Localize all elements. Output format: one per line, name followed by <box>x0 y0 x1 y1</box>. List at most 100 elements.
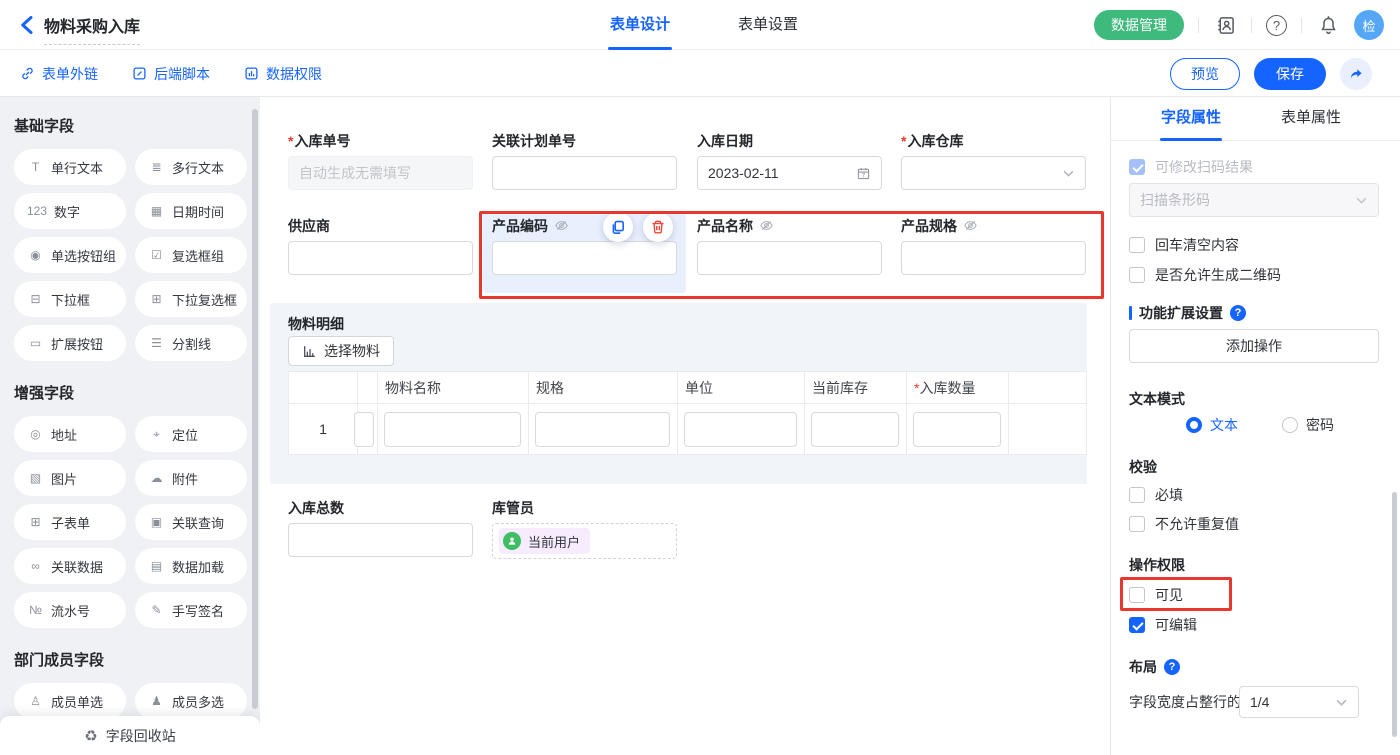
field-width-select[interactable]: 1/4 <box>1239 686 1359 718</box>
save-button[interactable]: 保存 <box>1254 58 1326 90</box>
palette-item-label: 关联数据 <box>51 557 103 576</box>
preview-button[interactable]: 预览 <box>1170 58 1240 90</box>
subform-cell-input[interactable] <box>535 412 670 447</box>
palette-item[interactable]: ✎手写签名 <box>135 592 247 628</box>
help-icon[interactable]: ? <box>1230 305 1246 321</box>
palette-item[interactable]: №流水号 <box>14 592 126 628</box>
palette-section-title: 基础字段 <box>14 115 246 136</box>
warehouse-select[interactable] <box>901 156 1086 190</box>
address-book-icon[interactable] <box>1213 13 1237 37</box>
field-inbound-date[interactable]: 入库日期 2023-02-11 7 <box>697 133 882 190</box>
required-checkbox[interactable] <box>1129 487 1145 503</box>
required-row: 必填 <box>1129 485 1183 505</box>
current-user-tag[interactable]: 当前用户 <box>499 528 590 554</box>
subform-cell-input[interactable] <box>684 412 797 447</box>
backend-script-link[interactable]: 后端脚本 <box>132 64 210 84</box>
editable-checkbox[interactable] <box>1129 617 1145 633</box>
add-action-button[interactable]: 添加操作 <box>1129 329 1379 363</box>
warehouse-keeper-input[interactable]: 当前用户 <box>492 523 677 559</box>
palette-item[interactable]: ▤数据加载 <box>135 548 247 584</box>
inbound-date-input[interactable]: 2023-02-11 7 <box>697 156 882 190</box>
help-icon[interactable]: ? <box>1266 15 1287 36</box>
page-title[interactable]: 物料采购入库 <box>44 13 140 45</box>
data-permission-link[interactable]: 数据权限 <box>244 64 322 84</box>
text-mode-radio-password[interactable] <box>1282 417 1298 433</box>
field-inbound-no[interactable]: *入库单号 <box>288 133 473 190</box>
palette-item-label: 图片 <box>51 469 77 488</box>
supplier-input[interactable] <box>288 241 473 275</box>
tab-form-properties[interactable]: 表单属性 <box>1271 97 1351 141</box>
tab-form-design[interactable]: 表单设计 <box>608 0 672 50</box>
panel-scrollbar[interactable] <box>1392 492 1397 737</box>
data-manage-button[interactable]: 数据管理 <box>1094 10 1184 40</box>
palette-item[interactable]: ⊞子表单 <box>14 504 126 540</box>
table-column-divider <box>528 372 529 455</box>
palette-item[interactable]: ▦ 日期时间 <box>135 193 247 229</box>
select-material-button[interactable]: 选择物料 <box>288 336 394 366</box>
chevron-down-icon <box>1062 167 1075 180</box>
palette-item-label: 成员单选 <box>51 692 103 711</box>
subform-cell-input[interactable] <box>354 412 374 447</box>
tab-form-settings[interactable]: 表单设置 <box>736 0 800 50</box>
field-warehouse-keeper[interactable]: 库管员 当前用户 <box>492 500 677 559</box>
help-icon[interactable]: ? <box>1164 659 1180 675</box>
text-mode-radio-text[interactable] <box>1186 417 1202 433</box>
palette-item[interactable]: ⊞下拉复选框 <box>135 281 247 317</box>
field-plan-no[interactable]: 关联计划单号 <box>492 133 677 190</box>
scan-result-checkbox[interactable] <box>1129 159 1145 175</box>
palette-item[interactable]: ▭扩展按钮 <box>14 325 126 361</box>
palette-item[interactable]: ▧图片 <box>14 460 126 496</box>
palette-item[interactable]: ≣多行文本 <box>135 149 247 185</box>
notification-bell-icon[interactable] <box>1316 13 1340 37</box>
palette-item[interactable]: ☰分割线 <box>135 325 247 361</box>
palette-item[interactable]: T单行文本 <box>14 149 126 185</box>
inbound-no-input[interactable] <box>288 156 473 190</box>
share-icon[interactable] <box>1340 58 1372 90</box>
sidebar-scrollbar[interactable] <box>252 109 258 709</box>
plan-no-input[interactable] <box>492 156 677 190</box>
copy-field-button[interactable] <box>603 212 633 242</box>
header-tabs: 表单设计 表单设置 <box>608 0 800 50</box>
subform-material-detail[interactable]: 物料明细 选择物料 1物料名称规格单位当前库存*入库数量 <box>270 303 1087 484</box>
palette-section: 基础字段 T单行文本≣多行文本123数字 ▦ 日期时间 ◉单选按钮组☑复选框组⊟下拉框⊞… <box>14 115 246 361</box>
palette-item[interactable]: ◎地址 <box>14 416 126 452</box>
eye-off-icon <box>759 218 774 233</box>
product-spec-input[interactable] <box>901 241 1086 275</box>
product-name-input[interactable] <box>697 241 882 275</box>
datetime-icon: ▦ <box>148 204 165 218</box>
palette-item-label: 日期时间 <box>172 202 224 221</box>
enter-clear-checkbox[interactable] <box>1129 237 1145 253</box>
field-recycle-bin[interactable]: ♻ 字段回收站 <box>0 716 260 755</box>
palette-item[interactable]: ☑复选框组 <box>135 237 247 273</box>
field-product-spec[interactable]: 产品规格 <box>901 218 1086 275</box>
scan-mode-select[interactable]: 扫描条形码 <box>1129 183 1379 217</box>
palette-item[interactable]: ☁附件 <box>135 460 247 496</box>
subform-table: 1物料名称规格单位当前库存*入库数量 <box>288 371 1087 455</box>
field-supplier[interactable]: 供应商 <box>288 218 473 275</box>
palette-item[interactable]: ▣关联查询 <box>135 504 247 540</box>
qrcode-checkbox[interactable] <box>1129 267 1145 283</box>
form-external-link[interactable]: 表单外链 <box>20 64 98 84</box>
inbound-total-input[interactable] <box>288 523 473 557</box>
subform-cell-input[interactable] <box>913 412 1001 447</box>
tab-field-properties[interactable]: 字段属性 <box>1151 97 1231 141</box>
header-actions: 数据管理 ? 检 <box>1094 0 1384 50</box>
field-product-name[interactable]: 产品名称 <box>697 218 882 275</box>
palette-item[interactable]: ♙成员单选 <box>14 683 126 719</box>
palette-item[interactable]: ◉单选按钮组 <box>14 237 126 273</box>
product-code-input[interactable] <box>492 241 677 275</box>
palette-item[interactable]: 123数字 <box>14 193 126 229</box>
user-avatar[interactable]: 检 <box>1354 10 1384 40</box>
palette-item[interactable]: ⌖定位 <box>135 416 247 452</box>
delete-field-button[interactable] <box>643 212 673 242</box>
field-warehouse[interactable]: *入库仓库 <box>901 133 1086 190</box>
field-inbound-total[interactable]: 入库总数 <box>288 500 473 557</box>
no-duplicate-checkbox[interactable] <box>1129 516 1145 532</box>
palette-item[interactable]: ∞关联数据 <box>14 548 126 584</box>
palette-item[interactable]: ⊟下拉框 <box>14 281 126 317</box>
back-icon[interactable] <box>16 13 40 37</box>
subform-cell-input[interactable] <box>384 412 521 447</box>
visible-checkbox[interactable] <box>1129 587 1145 603</box>
subform-cell-input[interactable] <box>811 412 899 447</box>
palette-item[interactable]: ♟成员多选 <box>135 683 247 719</box>
